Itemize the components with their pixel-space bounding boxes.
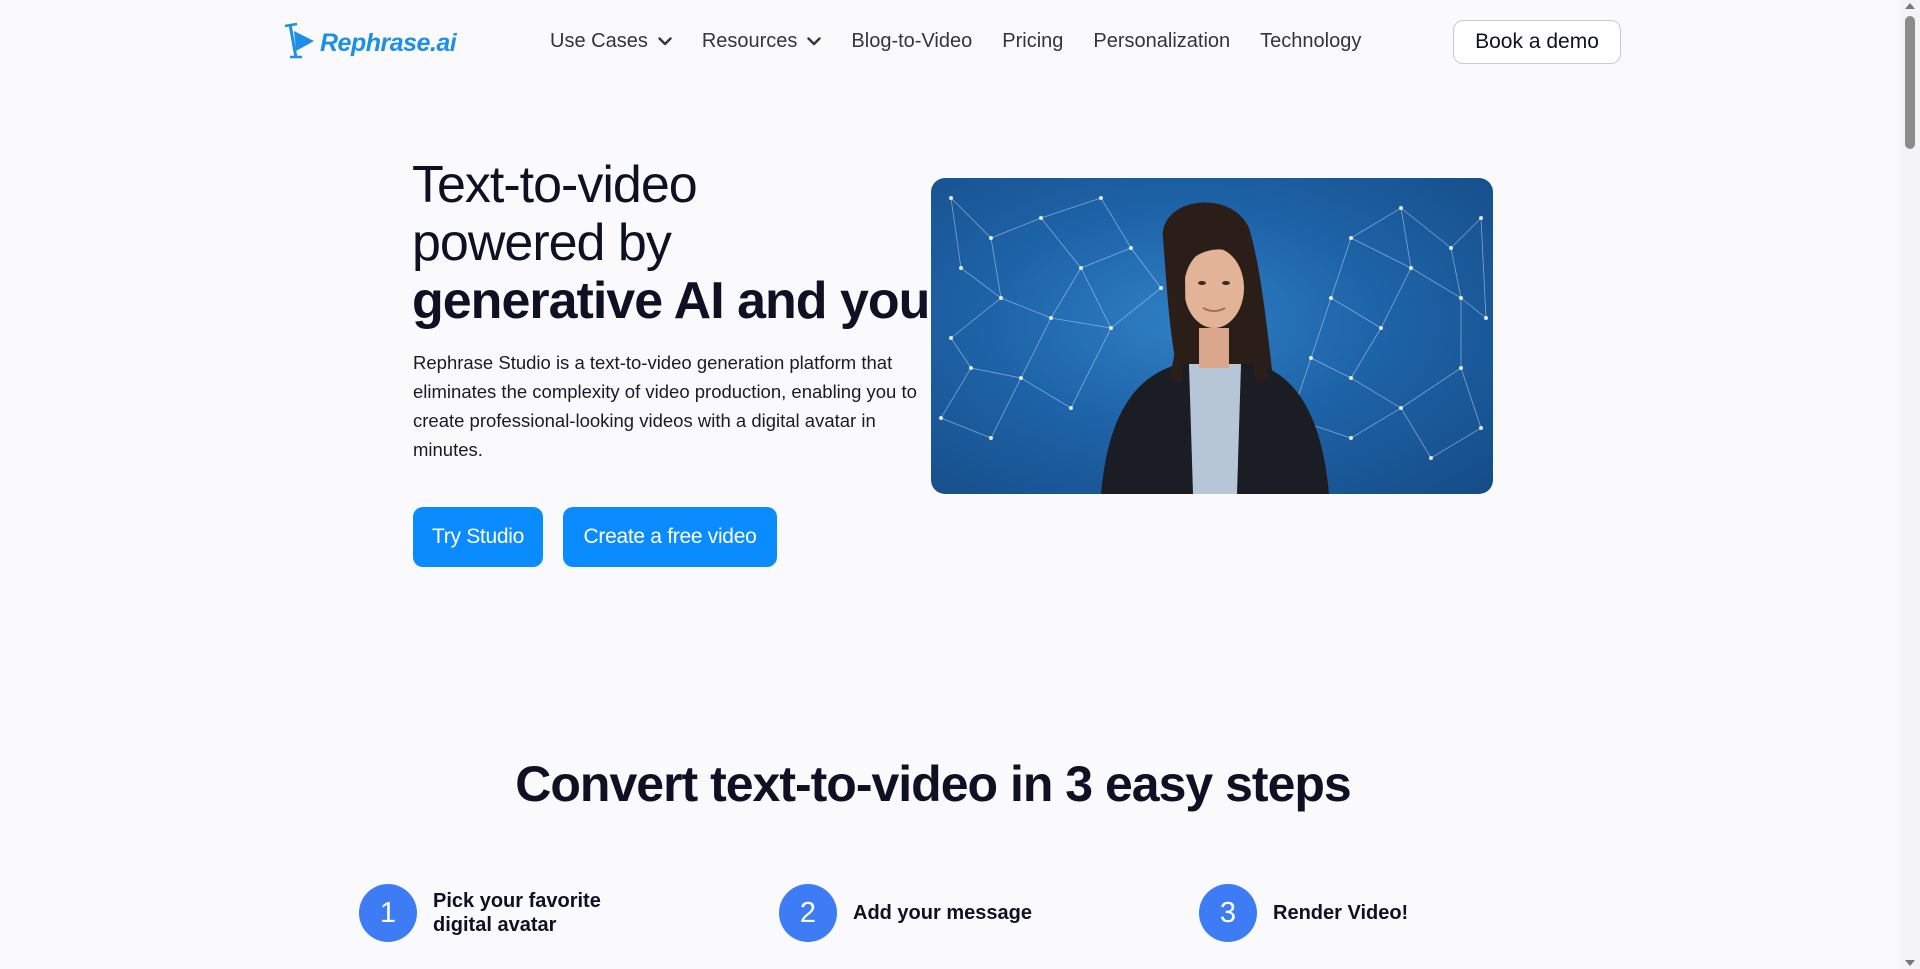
hero-title-line-2: powered by [412,214,672,272]
nav-pricing-label: Pricing [1002,30,1064,52]
scrollbar-thumb[interactable] [1905,16,1915,149]
create-free-video-button[interactable]: Create a free video [563,507,777,567]
page-scrollbar[interactable] [1900,0,1920,969]
hero-avatar-image [931,178,1493,494]
step-3: 3 Render Video! [1199,884,1408,942]
step-2-label: Add your message [853,902,1032,924]
site-header: Rephrase.ai Use Cases Resources Blog-to-… [0,0,1900,86]
step-1-label: Pick your favorite digital avatar [433,890,601,936]
step-3-number: 3 [1199,884,1257,942]
hero-title-line-3: generative AI and you [412,272,930,330]
nav-pricing[interactable]: Pricing [1002,30,1063,53]
nav-blog-to-video-label: Blog-to-Video [851,30,973,52]
steps-title-bold: text-to-video [710,756,998,812]
step-1: 1 Pick your favorite digital avatar [359,884,643,942]
step-2: 2 Add your message [779,884,1032,942]
logo[interactable]: Rephrase.ai [282,21,457,66]
step-3-label: Render Video! [1273,902,1409,924]
hero-title-line-1: Text-to-video [412,156,698,214]
scroll-up-arrow-icon[interactable] [1905,3,1915,9]
rephrase-logo-icon [282,21,316,66]
nav-use-cases[interactable]: Use Cases [550,30,672,53]
steps-section-title: Convert text-to-video in 3 easy steps [0,755,1866,813]
try-studio-button[interactable]: Try Studio [413,507,543,567]
nav-personalization[interactable]: Personalization [1093,30,1230,53]
nav-personalization-label: Personalization [1093,30,1231,52]
chevron-down-icon [658,37,672,46]
logo-text: Rephrase.ai [320,29,457,57]
nav-technology-label: Technology [1260,30,1362,52]
steps-title-suffix: in 3 easy steps [997,756,1352,812]
hero-description: Rephrase Studio is a text-to-video gener… [413,352,917,460]
main-nav: Use Cases Resources Blog-to-Video Pricin… [550,30,1391,53]
hero-title: Text-to-video powered by generative AI a… [412,156,930,330]
nav-blog-to-video[interactable]: Blog-to-Video [851,30,972,53]
step-1-number: 1 [359,884,417,942]
nav-resources[interactable]: Resources [702,30,822,53]
nav-technology[interactable]: Technology [1260,30,1361,53]
nav-use-cases-label: Use Cases [550,30,648,52]
scroll-down-arrow-icon[interactable] [1905,960,1915,966]
step-2-number: 2 [779,884,837,942]
book-demo-button[interactable]: Book a demo [1453,20,1621,64]
avatar-figure [1101,202,1329,494]
nav-resources-label: Resources [701,30,798,52]
chevron-down-icon [807,37,822,46]
steps-title-prefix: Convert [515,756,711,812]
